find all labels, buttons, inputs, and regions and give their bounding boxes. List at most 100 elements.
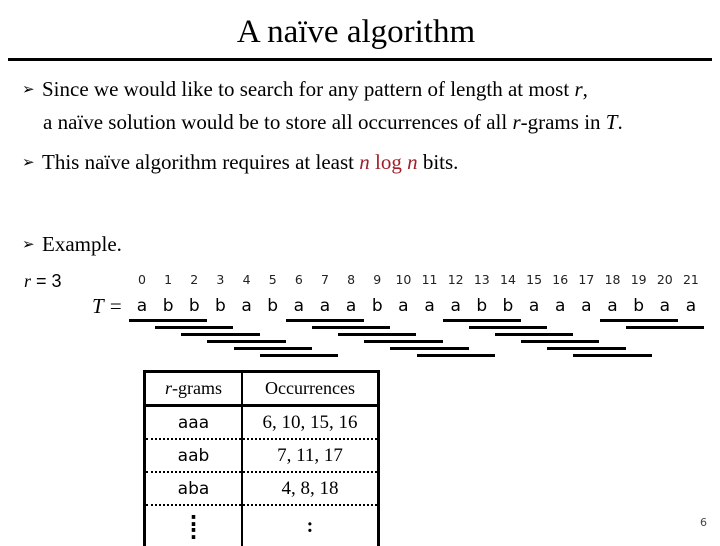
text-char: a: [528, 296, 540, 316]
index-label: 2: [190, 272, 199, 287]
text-char: b: [633, 296, 645, 316]
text-char: a: [136, 296, 148, 316]
index-label: 12: [447, 272, 464, 287]
header-occurrences: Occurrences: [242, 371, 379, 407]
bullet-text: .: [617, 110, 623, 134]
text-char: b: [162, 296, 174, 316]
index-label: 3: [216, 272, 225, 287]
var-n: n: [359, 150, 370, 174]
rgram-underline: [599, 319, 678, 322]
index-label: 0: [138, 272, 146, 287]
rgram-underline: [181, 333, 260, 336]
ellipsis-dot: :: [189, 520, 198, 544]
text-char: a: [581, 296, 592, 316]
page-number: 6: [700, 516, 707, 529]
index-label: 14: [500, 272, 516, 287]
var-r: r: [165, 378, 173, 398]
text-char: a: [555, 296, 566, 316]
t-label-text: T =: [92, 294, 123, 318]
var-r: r: [512, 110, 521, 134]
text-char: a: [345, 296, 357, 316]
text-char: a: [398, 296, 409, 316]
text-char: b: [502, 296, 514, 316]
bullet-space-requirement: ➢ This naïve algorithm requires at least …: [22, 149, 458, 176]
gram-cell: aba: [144, 472, 243, 506]
index-label: 4: [242, 272, 251, 287]
arrow-bullet-icon: ➢: [22, 237, 35, 253]
rgram-underline: [155, 326, 234, 329]
formula-n-log-n: n log n: [359, 150, 417, 174]
rgram-underline: [416, 354, 495, 357]
rgram-underline: [468, 326, 548, 329]
text-char: b: [188, 296, 200, 316]
bullet-text: a naïve solution would be to store all o…: [43, 110, 513, 134]
index-label: 18: [604, 272, 621, 287]
index-label: 17: [578, 272, 595, 287]
text-char: a: [607, 296, 618, 316]
header-text: -grams: [172, 378, 222, 398]
rgram-underline: [547, 347, 626, 350]
bullet-search-pattern-continued: a naïve solution would be to store all o…: [43, 109, 623, 135]
occurrences-cell: 7, 11, 17: [242, 439, 379, 473]
rgram-underline: [442, 319, 521, 322]
gram-cell: aaa: [144, 405, 243, 440]
rgram-underline: [129, 319, 208, 322]
var-r: r: [24, 271, 32, 291]
bullet-text: bits.: [417, 150, 459, 174]
text-char: a: [293, 296, 305, 316]
text-char: a: [424, 296, 435, 316]
rgram-underline: [573, 354, 652, 357]
text-char: b: [371, 296, 383, 316]
index-label: 5: [268, 272, 277, 287]
arrow-bullet-icon: ➢: [22, 155, 35, 171]
text-char: b: [215, 296, 226, 316]
index-label: 6: [294, 272, 303, 287]
arrow-bullet-icon: ➢: [22, 82, 35, 98]
index-label: 20: [656, 272, 673, 287]
rgram-underline: [311, 326, 391, 329]
index-label: 1: [164, 272, 173, 287]
rgram-underline: [207, 340, 286, 343]
index-label: 10: [395, 272, 412, 287]
bullet-text: Since we would like to search for any pa…: [42, 77, 575, 101]
bullet-text: This naïve algorithm requires at least: [42, 150, 360, 174]
text-char: b: [476, 296, 488, 316]
index-label: 7: [320, 272, 329, 287]
rgram-underline: [390, 347, 469, 350]
rgram-table: r-grams Occurrences aaa 6, 10, 15, 16 aa…: [143, 370, 380, 546]
slide-title: A naïve algorithm: [236, 14, 476, 50]
rgram-underline: [364, 340, 443, 343]
index-label: 9: [373, 272, 382, 287]
header-rgrams: r-grams: [144, 371, 243, 407]
rgram-underline: [233, 347, 312, 350]
var-r: r: [574, 77, 583, 101]
occurrences-cell: 4, 8, 18: [242, 472, 379, 506]
t-equals-label: T =: [92, 294, 123, 319]
r-equals-label: r = 3: [24, 271, 62, 292]
occurrences-cell: 6, 10, 15, 16: [242, 405, 379, 440]
text-char: a: [659, 296, 670, 316]
bullet-text: -grams in: [520, 110, 606, 134]
text-char: a: [685, 296, 697, 316]
index-label: 13: [473, 272, 490, 287]
index-label: 8: [347, 272, 356, 287]
table-row: aaa 6, 10, 15, 16: [144, 405, 379, 440]
table-header-row: r-grams Occurrences: [144, 371, 379, 407]
rgram-underline: [625, 326, 704, 329]
rgram-underline: [521, 340, 600, 343]
log-text: log: [369, 150, 408, 174]
bullet-text: ,: [582, 77, 588, 101]
var-t: T: [605, 110, 618, 134]
r-value: 3: [51, 271, 62, 291]
index-label: 11: [421, 272, 438, 287]
bullet-example: ➢ Example.: [22, 231, 122, 258]
bullet-text: Example.: [42, 232, 122, 256]
text-char: a: [241, 296, 252, 316]
text-char: a: [319, 296, 331, 316]
table-row: aab 7, 11, 17: [144, 439, 379, 473]
rgram-underline: [338, 333, 417, 336]
index-label: 16: [552, 272, 569, 287]
var-n: n: [407, 150, 418, 174]
index-label: 19: [630, 272, 647, 287]
rgram-underline: [259, 354, 338, 357]
